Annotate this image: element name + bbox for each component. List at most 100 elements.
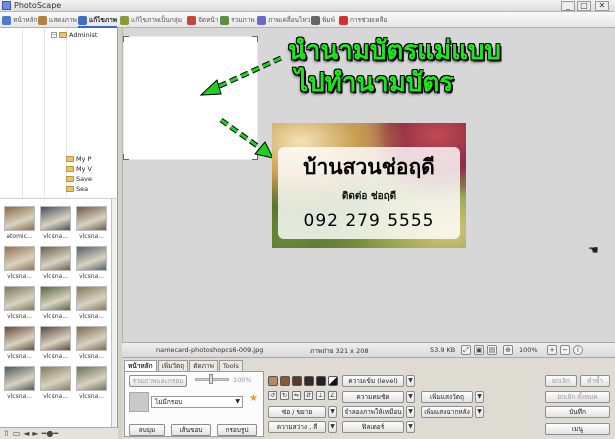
thumbnail-item[interactable]: vlcsna... bbox=[3, 365, 36, 405]
flip-vertical-icon[interactable]: ⇵ bbox=[304, 391, 313, 400]
tree-node-searches[interactable]: Sea bbox=[66, 185, 88, 193]
folder-icon bbox=[66, 176, 74, 182]
zoom-minus-icon[interactable]: − bbox=[560, 345, 570, 355]
tab-print[interactable]: พิมพ์ bbox=[311, 14, 335, 26]
thumbnail-caption: vlcsna... bbox=[7, 353, 32, 360]
subtab-3[interactable]: Tools bbox=[218, 360, 243, 371]
auto-contrast-icon[interactable] bbox=[328, 376, 338, 386]
zoom-in-icon[interactable]: ⊕ bbox=[503, 345, 513, 355]
subtab-0[interactable]: หน้าหลัก bbox=[124, 360, 157, 371]
collapse-icon[interactable]: − bbox=[51, 32, 57, 38]
tab-gif[interactable]: ภาพเคลื่อนไหว bbox=[257, 14, 310, 26]
color-swatch[interactable] bbox=[304, 376, 314, 386]
thumbnail-item[interactable]: vlcsna... bbox=[39, 205, 72, 245]
film-effect-dropdown[interactable]: ▼ bbox=[406, 406, 415, 418]
fit-icon[interactable]: ⤢ bbox=[461, 345, 471, 355]
minimize-button[interactable]: _ bbox=[561, 1, 575, 11]
thumbnail-item[interactable]: vlcsna... bbox=[3, 245, 36, 285]
tilt-icon[interactable]: ∠ bbox=[328, 391, 337, 400]
tab-batch[interactable]: แก้ไขภาพเป็นกลุ่ม bbox=[120, 14, 182, 26]
tab-viewer[interactable]: แสดงภาพ bbox=[38, 14, 77, 26]
back-icon[interactable]: ◄ bbox=[23, 429, 29, 438]
rotate-left-icon[interactable]: ↺ bbox=[268, 391, 277, 400]
folder-icon[interactable]: ▭ bbox=[13, 429, 21, 438]
combine-frame-button[interactable]: รวมภาพและกรอบ bbox=[129, 375, 187, 387]
zoom-plus-icon[interactable]: + bbox=[547, 345, 557, 355]
tab-help[interactable]: การช่วยเหลือ bbox=[339, 14, 387, 26]
color-swatch[interactable] bbox=[292, 376, 302, 386]
tab-editor[interactable]: แก้ไขภาพ bbox=[78, 14, 118, 28]
editor-canvas[interactable]: นำนามบัตรแม่แบบ ไปทำนามบัตร บ้านสวนช่อฤด… bbox=[122, 28, 615, 342]
thumbnail-item[interactable]: vlcsna... bbox=[39, 285, 72, 325]
save-button[interactable]: บันทึก bbox=[545, 406, 610, 418]
color-swatch[interactable] bbox=[316, 376, 326, 386]
rotate-right-icon[interactable]: ↻ bbox=[280, 391, 289, 400]
close-button[interactable]: ✕ bbox=[595, 1, 609, 11]
frame-select[interactable]: ไม่มีกรอบ ▼ bbox=[151, 396, 243, 408]
slider-thumb[interactable] bbox=[209, 374, 213, 384]
brightness-color-button[interactable]: ความสว่าง , สี bbox=[268, 421, 326, 433]
flip-icon[interactable]: ⇋ bbox=[292, 391, 301, 400]
film-effect-button[interactable]: จำลองภาพให้เหมือน bbox=[342, 406, 404, 418]
thumbnail-item[interactable]: vlcsna... bbox=[75, 205, 108, 245]
fullscreen-icon[interactable]: ▣ bbox=[474, 345, 484, 355]
tree-node-saved[interactable]: Save bbox=[66, 175, 92, 183]
thumbnail-item[interactable]: vlcsna... bbox=[3, 285, 36, 325]
thumbnail-item[interactable]: vlcsna... bbox=[39, 245, 72, 285]
undo-all-button[interactable]: ยกเลิก ทั้งหมด bbox=[545, 391, 610, 403]
round-corner-button[interactable]: ลบมุม bbox=[129, 424, 165, 436]
add-object-light-button[interactable]: เพิ่มแสงวัตถุ bbox=[421, 391, 473, 403]
subtab-2[interactable]: ตัดภาพ bbox=[189, 360, 218, 371]
redo-button[interactable]: ทำซ้ำ bbox=[580, 375, 610, 387]
add-backlight-button[interactable]: เพิ่มแสงฉากหลัง bbox=[421, 406, 473, 418]
sharpen-dropdown[interactable]: ▼ bbox=[406, 391, 415, 403]
thumbnail-size-slider[interactable]: ━●━ bbox=[42, 429, 59, 438]
thumbnail-item[interactable]: atomic... bbox=[3, 205, 36, 245]
thumbnail-item[interactable]: vlcsna... bbox=[39, 365, 72, 405]
menu-button[interactable]: เมนู bbox=[545, 423, 610, 435]
filter-dropdown[interactable]: ▼ bbox=[406, 421, 415, 433]
thumbnail-item[interactable]: vlcsna... bbox=[75, 285, 108, 325]
tab-combine[interactable]: รวมภาพ bbox=[220, 14, 255, 26]
subtab-1[interactable]: เพิ่มวัตถุ bbox=[157, 360, 189, 371]
tab-home[interactable]: หน้าหลัก bbox=[2, 14, 38, 26]
level-dropdown[interactable]: ▼ bbox=[406, 375, 415, 387]
color-swatch[interactable] bbox=[268, 376, 278, 386]
tree-node-my-pictures[interactable]: My P bbox=[66, 155, 91, 163]
brightness-dropdown[interactable]: ▼ bbox=[328, 421, 337, 433]
home-icon bbox=[2, 15, 11, 25]
forward-icon[interactable]: ► bbox=[32, 429, 38, 438]
info-icon[interactable]: i bbox=[573, 345, 583, 355]
frame-button[interactable]: กรอบรูป bbox=[217, 424, 257, 436]
tree-node-my-videos[interactable]: My V bbox=[66, 165, 92, 173]
thumbnail-item[interactable]: vlcsna... bbox=[75, 365, 108, 405]
filter-button[interactable]: ฟิลเตอร์ bbox=[342, 421, 404, 433]
tab-page[interactable]: จัดหน้า bbox=[187, 14, 218, 26]
print-icon bbox=[311, 15, 320, 25]
border-button[interactable]: เส้นขอบ bbox=[171, 424, 211, 436]
add-backlight-dropdown[interactable]: ▼ bbox=[475, 406, 484, 418]
thumbnail-list[interactable]: atomic... vlcsna... vlcsna... vlcsna... vlcs… bbox=[0, 199, 118, 427]
thumbnail-item[interactable]: vlcsna... bbox=[3, 325, 36, 365]
actual-size-icon[interactable]: ▤ bbox=[487, 345, 497, 355]
up-folder-icon[interactable]: ⇧ bbox=[3, 429, 10, 438]
undo-button[interactable]: ยกเลิก bbox=[545, 375, 577, 387]
straighten-icon[interactable]: ⟂ bbox=[316, 391, 325, 400]
tree-node-administrator[interactable]: − Administ bbox=[51, 31, 97, 39]
sharpen-button[interactable]: ความคมชัด bbox=[342, 391, 404, 403]
thumbnail-vertical-scrollbar[interactable] bbox=[111, 199, 117, 427]
tab-label: หน้าหลัก bbox=[13, 16, 38, 24]
star-icon[interactable]: ★ bbox=[249, 393, 258, 404]
resize-dropdown[interactable]: ▼ bbox=[328, 406, 337, 418]
folder-tree[interactable]: − Administ My P My V Save Sea bbox=[0, 28, 118, 198]
thumbnail-item[interactable]: vlcsna... bbox=[75, 245, 108, 285]
namecard-image[interactable]: บ้านสวนช่อฤดี ติดต่อ ช่อฤดี 092 279 5555 bbox=[272, 123, 466, 248]
thumbnail-item[interactable]: vlcsna... bbox=[75, 325, 108, 365]
resize-button[interactable]: ซ่อ / ขยาย bbox=[268, 406, 326, 418]
level-button[interactable]: ความเข้ม (level) bbox=[342, 375, 404, 387]
add-object-light-dropdown[interactable]: ▼ bbox=[475, 391, 484, 403]
thumbnail-image bbox=[40, 206, 71, 231]
color-swatch[interactable] bbox=[280, 376, 290, 386]
thumbnail-item[interactable]: vlcsna... bbox=[39, 325, 72, 365]
maximize-button[interactable]: □ bbox=[577, 1, 591, 11]
